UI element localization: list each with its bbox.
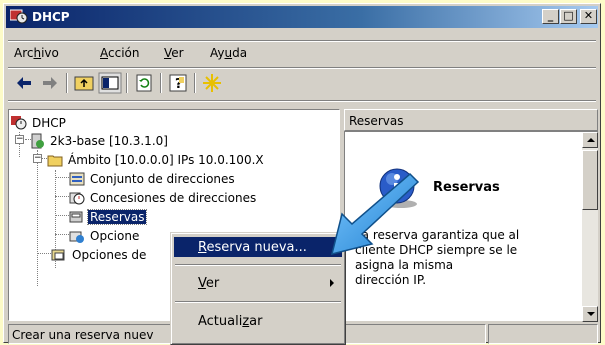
menu-archivo[interactable]: Archivo <box>14 46 59 60</box>
status-text: Crear una reserva nuev <box>12 328 154 342</box>
menu-ayuda[interactable]: Ayuda <box>210 46 247 60</box>
info-line: dirección IP. <box>355 273 427 287</box>
forward-arrow-icon[interactable] <box>38 72 62 94</box>
window-title: DHCP <box>32 10 70 24</box>
maximize-button[interactable]: □ <box>560 9 577 24</box>
toolbar-divider <box>160 73 162 93</box>
tree-label: Opciones de <box>72 248 147 262</box>
close-button[interactable]: ✕ <box>580 9 597 24</box>
dhcp-app-icon <box>10 9 28 24</box>
toolbar-divider <box>126 73 128 93</box>
back-arrow-icon[interactable] <box>12 72 36 94</box>
info-title: Reservas <box>433 180 500 195</box>
leases-icon <box>69 192 85 205</box>
toolbar-divider <box>66 73 68 93</box>
tree-item-reservations[interactable]: Reservas <box>69 208 189 226</box>
scroll-up-button[interactable] <box>582 132 598 148</box>
folder-icon <box>47 155 63 167</box>
tree-item-scope[interactable]: Ámbito [10.0.0.0] IPs 10.0.100.X <box>47 151 337 169</box>
toolbar-bottom-divider <box>8 100 596 102</box>
menu-accion[interactable]: Acción <box>100 46 139 60</box>
info-line: asigna la misma <box>355 258 454 272</box>
menu-item-new-reservation[interactable]: Reserva nueva... <box>174 237 342 257</box>
help-icon[interactable]: ? <box>166 72 190 94</box>
result-pane-header: Reservas <box>344 109 598 131</box>
tree-label: Opcione <box>90 229 140 243</box>
tree-item-server[interactable]: 2k3-base [10.3.1.0] <box>29 132 289 150</box>
toolbar: ? <box>10 70 310 98</box>
dhcp-icon <box>11 116 27 130</box>
tree-connector <box>55 234 69 235</box>
options-icon <box>69 231 84 243</box>
reservations-icon <box>69 211 83 223</box>
tree-label-selected: Reservas <box>86 209 148 225</box>
tree-label: 2k3-base [10.3.1.0] <box>50 134 168 148</box>
status-cell-secondary <box>488 324 598 344</box>
tree-label: DHCP <box>32 116 66 130</box>
menu-item-refresh[interactable]: Actualizar <box>174 311 342 331</box>
vertical-scrollbar[interactable] <box>582 132 598 322</box>
up-folder-icon[interactable] <box>72 72 96 94</box>
tree-label: Conjunto de direcciones <box>90 172 235 186</box>
scroll-down-button[interactable] <box>582 306 598 322</box>
tree-connector <box>55 177 69 178</box>
tree-connector <box>37 150 38 286</box>
new-star-icon[interactable] <box>200 72 224 94</box>
server-options-icon <box>51 249 65 261</box>
tree-item-address-pool[interactable]: Conjunto de direcciones <box>69 170 329 188</box>
refresh-icon[interactable] <box>132 72 156 94</box>
menu-separator <box>175 264 341 266</box>
address-pool-icon <box>69 172 85 186</box>
tree-connector <box>37 253 51 254</box>
toolbar-top-divider <box>8 67 596 69</box>
show-hide-tree-icon[interactable] <box>98 72 122 94</box>
title-bar[interactable]: DHCP _ □ ✕ <box>6 6 598 28</box>
menu-ver[interactable]: Ver <box>164 46 184 60</box>
scroll-thumb[interactable] <box>582 150 598 210</box>
menu-item-view[interactable]: Ver <box>174 273 342 293</box>
toolbar-divider <box>194 73 196 93</box>
server-icon <box>31 133 44 149</box>
menubar-top-divider <box>8 40 596 42</box>
menu-separator <box>175 301 341 303</box>
annotation-arrow-icon <box>330 172 420 256</box>
minimize-button[interactable]: _ <box>542 9 559 24</box>
tree-label: Ámbito [10.0.0.0] IPs 10.0.100.X <box>68 153 264 167</box>
tree-item-leases[interactable]: Concesiones de direcciones <box>69 189 329 207</box>
result-pane-title: Reservas <box>349 114 404 128</box>
collapse-toggle[interactable]: − <box>33 154 42 163</box>
tree-connector <box>55 196 69 197</box>
collapse-toggle[interactable]: − <box>15 135 24 144</box>
tree-item-dhcp[interactable]: DHCP <box>11 114 211 132</box>
submenu-arrow-icon <box>330 279 334 287</box>
tree-connector <box>55 215 69 216</box>
tree-label: Concesiones de direcciones <box>90 191 257 205</box>
tree-item-server-options[interactable]: Opciones de <box>51 246 181 264</box>
